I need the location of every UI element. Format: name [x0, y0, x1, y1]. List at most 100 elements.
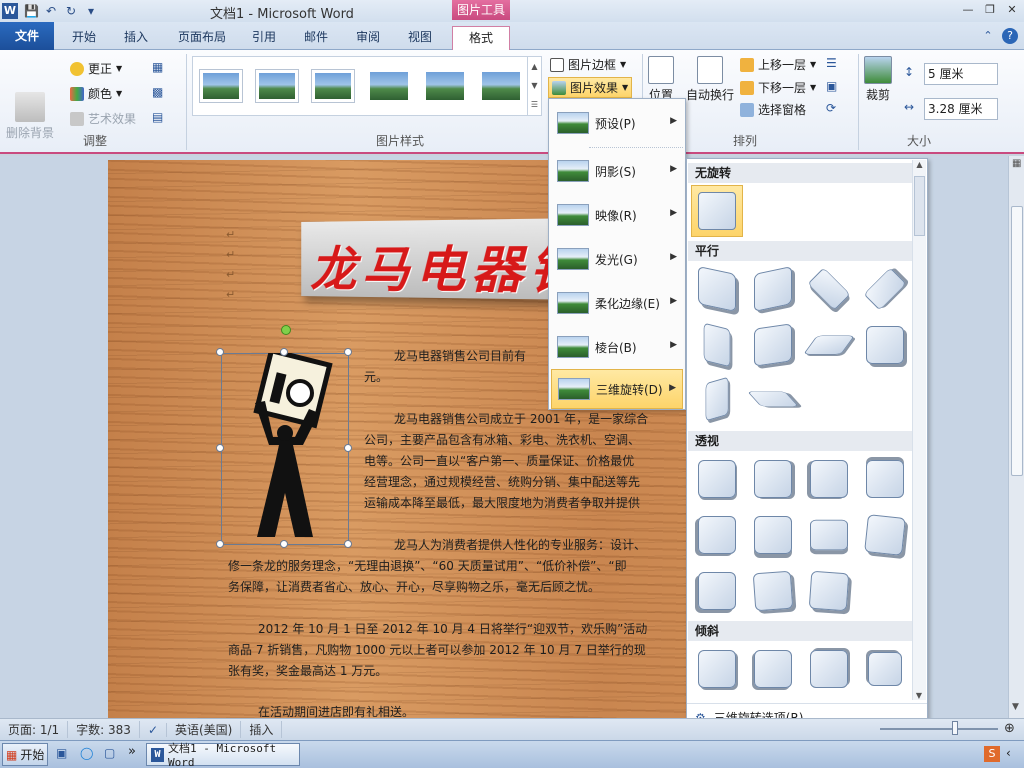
menu-item-shadow[interactable]: 阴影(S) ▶: [551, 151, 683, 191]
picture-style-thumbnail[interactable]: [423, 69, 467, 103]
resize-handle[interactable]: [344, 540, 352, 548]
scroll-up-icon[interactable]: ▲: [913, 160, 926, 169]
menu-item-reflection[interactable]: 映像(R) ▶: [551, 195, 683, 235]
close-icon[interactable]: ✕: [1004, 2, 1020, 18]
rotation-option-parallel[interactable]: [691, 263, 743, 315]
picture-style-thumbnail[interactable]: [367, 69, 411, 103]
picture-style-thumbnail[interactable]: [479, 69, 523, 103]
tab-mailings[interactable]: 邮件: [294, 26, 338, 50]
rotation-option-oblique[interactable]: [747, 643, 799, 695]
rotation-option-perspective[interactable]: [691, 509, 743, 561]
rotation-option-oblique[interactable]: [691, 643, 743, 695]
zoom-in-icon[interactable]: ⊕: [1004, 721, 1015, 736]
tab-home[interactable]: 开始: [62, 26, 106, 50]
scroll-thumb[interactable]: [1011, 206, 1023, 476]
undo-icon[interactable]: ↶: [44, 4, 58, 18]
ie-icon[interactable]: ◯: [80, 746, 93, 760]
send-backward-button[interactable]: 下移一层 ▼: [740, 79, 816, 96]
scroll-down-icon[interactable]: ▼: [913, 691, 925, 700]
insert-mode[interactable]: 插入: [241, 721, 282, 738]
gallery-scroll[interactable]: ▲ ▼ ☰: [527, 57, 541, 115]
rotation-option-parallel[interactable]: [803, 319, 855, 371]
rotation-option-parallel[interactable]: [859, 263, 911, 315]
remove-background-button[interactable]: 删除背景: [6, 92, 54, 141]
resize-handle[interactable]: [344, 444, 352, 452]
resize-handle[interactable]: [344, 348, 352, 356]
menu-item-preset[interactable]: 预设(P) ▶: [551, 103, 683, 143]
rotation-option-oblique[interactable]: [859, 643, 911, 695]
picture-border-button[interactable]: 图片边框 ▼: [550, 56, 626, 73]
save-icon[interactable]: 💾: [24, 4, 38, 18]
color-button[interactable]: 颜色 ▼: [70, 85, 122, 102]
rotation-option-perspective[interactable]: [747, 565, 799, 617]
zoom-slider[interactable]: [880, 723, 998, 735]
rotation-option-perspective[interactable]: [691, 565, 743, 617]
media-icon[interactable]: ▢: [104, 746, 115, 760]
proofing-icon[interactable]: ✓: [140, 723, 167, 737]
wrap-text-button[interactable]: 自动换行: [686, 56, 734, 103]
menu-item-3d-rotation[interactable]: 三维旋转(D) ▶: [551, 369, 683, 409]
picture-effects-button[interactable]: 图片效果 ▼: [548, 77, 632, 98]
rotation-option-parallel[interactable]: [859, 319, 911, 371]
menu-item-bevel[interactable]: 棱台(B) ▶: [551, 327, 683, 367]
compress-pictures-icon[interactable]: ▦: [152, 60, 163, 74]
height-field[interactable]: 5 厘米: [924, 63, 998, 85]
tab-page-layout[interactable]: 页面布局: [170, 26, 234, 50]
rotation-option-perspective[interactable]: [859, 453, 911, 505]
rotation-option-perspective[interactable]: [691, 453, 743, 505]
ruler-toggle-icon[interactable]: ▦: [1012, 158, 1021, 169]
correct-button[interactable]: 更正 ▼: [70, 60, 122, 77]
rotation-option-parallel[interactable]: [747, 319, 799, 371]
menu-item-soft-edges[interactable]: 柔化边缘(E) ▶: [551, 283, 683, 323]
width-field[interactable]: 3.28 厘米: [924, 98, 998, 120]
menu-item-glow[interactable]: 发光(G) ▶: [551, 239, 683, 279]
minimize-ribbon-icon[interactable]: ⌃: [980, 28, 996, 44]
art-effect-button[interactable]: 艺术效果: [70, 110, 136, 127]
rotate-icon[interactable]: ⟳: [826, 101, 836, 115]
word-count[interactable]: 字数: 383: [68, 721, 140, 738]
group-icon[interactable]: ▣: [826, 79, 837, 93]
tray-expand-icon[interactable]: ‹: [1006, 746, 1011, 760]
gallery-scrollbar[interactable]: ▲ ▼: [912, 160, 926, 700]
rotation-option-parallel[interactable]: [747, 263, 799, 315]
taskbar-word-button[interactable]: W 文档1 - Microsoft Word: [146, 743, 300, 766]
zoom-thumb[interactable]: [952, 721, 958, 735]
rotation-option-none[interactable]: [691, 185, 743, 237]
selected-clipart-picture[interactable]: [221, 353, 349, 545]
vertical-scrollbar[interactable]: ▦ ▼: [1008, 156, 1024, 718]
resize-handle[interactable]: [216, 348, 224, 356]
minimize-icon[interactable]: —: [960, 2, 976, 18]
word-app-icon[interactable]: W: [2, 3, 18, 19]
tab-format[interactable]: 格式: [452, 26, 510, 50]
quicklaunch-more-icon[interactable]: »: [128, 744, 136, 759]
rotation-option-parallel[interactable]: [747, 373, 799, 425]
crop-button[interactable]: 裁剪: [864, 56, 892, 103]
rotation-option-perspective[interactable]: [747, 509, 799, 561]
picture-style-thumbnail[interactable]: [255, 69, 299, 103]
rotation-option-oblique[interactable]: [803, 643, 855, 695]
tab-review[interactable]: 审阅: [346, 26, 390, 50]
position-button[interactable]: 位置: [648, 56, 674, 103]
page-count[interactable]: 页面: 1/1: [0, 721, 68, 738]
resize-handle[interactable]: [216, 540, 224, 548]
rotation-option-perspective[interactable]: [803, 453, 855, 505]
tray-app-icon[interactable]: S: [984, 746, 1000, 762]
rotation-option-perspective[interactable]: [859, 509, 911, 561]
tab-file[interactable]: 文件: [0, 22, 54, 50]
show-desktop-icon[interactable]: ▣: [56, 746, 67, 760]
redo-icon[interactable]: ↻: [64, 4, 78, 18]
reset-picture-icon[interactable]: ▤: [152, 110, 163, 124]
bring-forward-button[interactable]: 上移一层 ▼: [740, 56, 816, 73]
rotation-option-perspective[interactable]: [803, 565, 855, 617]
next-page-icon[interactable]: ▼: [1012, 702, 1019, 712]
resize-handle[interactable]: [280, 540, 288, 548]
tab-references[interactable]: 引用: [242, 26, 286, 50]
rotation-option-perspective[interactable]: [803, 509, 855, 561]
rotation-option-perspective[interactable]: [747, 453, 799, 505]
change-picture-icon[interactable]: ▩: [152, 85, 163, 99]
rotation-option-parallel[interactable]: [803, 263, 855, 315]
picture-style-thumbnail[interactable]: [199, 69, 243, 103]
rotation-option-parallel[interactable]: [691, 373, 743, 425]
start-button[interactable]: ▦ 开始: [2, 743, 48, 766]
resize-handle[interactable]: [216, 444, 224, 452]
